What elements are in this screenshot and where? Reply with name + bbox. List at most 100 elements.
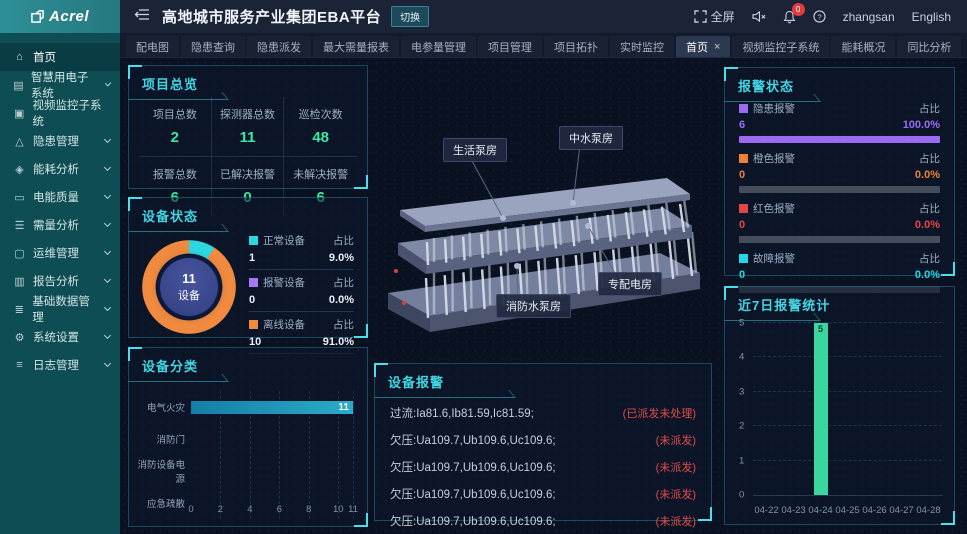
help-button[interactable]: ? xyxy=(813,10,826,23)
log-icon: ≡ xyxy=(13,359,26,371)
alarm-row[interactable]: 欠压:Ua109.7,Ub109.6,Uc109.6;(未派发) xyxy=(390,426,696,453)
language-switch[interactable]: English xyxy=(912,10,951,24)
notifications-button[interactable]: 0 xyxy=(783,10,796,24)
bar-column xyxy=(780,323,807,495)
room-label-消防水泵房[interactable]: 消防水泵房 xyxy=(496,294,571,318)
alarm-status-row: 故障报警占比 xyxy=(739,251,940,266)
legend-label: 报警设备 xyxy=(263,275,305,290)
room-label-中水泵房[interactable]: 中水泵房 xyxy=(559,126,623,150)
sidebar-item-视频监控子系统[interactable]: ▣视频监控子系统 xyxy=(0,99,120,127)
tab-隐患派发[interactable]: 隐患派发 xyxy=(247,36,311,57)
bar-row xyxy=(191,455,353,487)
project-overview-panel: 项目总览 项目总数2探测器总数11巡检次数48报警总数6已解决报警0未解决报警6 xyxy=(128,65,368,189)
legend-row: 离线设备占比 xyxy=(249,317,354,332)
tab-实时监控[interactable]: 实时监控 xyxy=(610,36,674,57)
switch-project-button[interactable]: 切换 xyxy=(391,6,429,27)
dashboard-main: 项目总览 项目总数2探测器总数11巡检次数48报警总数6已解决报警0未解决报警6… xyxy=(120,58,967,534)
building-column xyxy=(541,221,543,247)
tab-label: 隐患查询 xyxy=(191,39,235,55)
bar-column xyxy=(861,323,888,495)
stat-value: 2 xyxy=(139,129,211,146)
y-tick: 5 xyxy=(739,318,744,329)
label-wrap: 橙色报警 xyxy=(739,151,795,166)
tab-隐患查询[interactable]: 隐患查询 xyxy=(181,36,245,57)
sidebar-item-系统设置[interactable]: ⚙系统设置 xyxy=(0,323,120,351)
alarm-row[interactable]: 欠压:Ua109.7,Ub109.6,Uc109.6;(未派发) xyxy=(390,453,696,480)
building-column xyxy=(488,230,489,255)
alarm-percent: 0.0% xyxy=(915,169,940,181)
tab-能耗概况[interactable]: 能耗概况 xyxy=(831,36,895,57)
tab-同比分析[interactable]: 同比分析 xyxy=(897,36,961,57)
alarm-status-row: 橙色报警占比 xyxy=(739,151,940,166)
fullscreen-icon xyxy=(694,10,707,23)
tab-label: 配电图 xyxy=(136,39,169,55)
sidebar-item-需量分析[interactable]: ☰ 需量分析 xyxy=(0,211,120,239)
report-icon: ▥ xyxy=(13,275,26,288)
hazard-icon: △ xyxy=(13,135,26,148)
alarm-row[interactable]: 欠压:Ua109.7,Ub109.6,Uc109.6;(未派发) xyxy=(390,480,696,507)
username[interactable]: zhangsan xyxy=(843,10,895,24)
tab-label: 最大需量报表 xyxy=(323,39,389,55)
device-alarm-panel: 设备报警 过流:Ia81.6,Ib81.59,Ic81.59;(已派发未处理)欠… xyxy=(374,363,712,521)
tab-电参量管理[interactable]: 电参量管理 xyxy=(401,36,476,57)
help-icon: ? xyxy=(813,10,826,23)
stat-label: 探测器总数 xyxy=(212,106,284,122)
tab-首页[interactable]: 首页× xyxy=(676,36,730,57)
fullscreen-button[interactable]: 全屏 xyxy=(694,8,735,25)
device-category-bar-chart: 电气火灾消防门消防设备电源应急疏散 11 xyxy=(135,391,353,519)
legend-row: 正常设备 占比 xyxy=(249,233,354,248)
tab-label: 能耗概况 xyxy=(841,39,885,55)
sidebar-item-电能质量[interactable]: ▭电能质量 xyxy=(0,183,120,211)
x-axis-ticks: 024681011 xyxy=(191,504,353,518)
tab-配电图[interactable]: 配电图 xyxy=(126,36,179,57)
home-icon: ⌂ xyxy=(13,51,26,63)
legend-color-swatch xyxy=(249,320,258,329)
ratio-header: 占比 xyxy=(333,275,354,290)
sidebar-item-label: 日志管理 xyxy=(33,357,79,373)
sidebar-item-运维管理[interactable]: ▢运维管理 xyxy=(0,239,120,267)
sidebar-item-能耗分析[interactable]: ◈能耗分析 xyxy=(0,155,120,183)
sidebar-item-首页[interactable]: ⌂首页 xyxy=(0,43,120,71)
alarm-status-values: 6100.0% xyxy=(739,116,940,136)
tab-项目拓扑[interactable]: 项目拓扑 xyxy=(544,36,608,57)
tab-视频监控子系统[interactable]: 视频监控子系统 xyxy=(732,36,829,57)
stat-巡检次数: 巡检次数48 xyxy=(284,97,357,157)
notification-badge: 0 xyxy=(792,3,805,16)
tab-close-icon[interactable]: × xyxy=(714,41,720,53)
gridline xyxy=(353,391,354,519)
bars-container: 5 xyxy=(753,323,942,495)
sidebar-item-日志管理[interactable]: ≡ 日志管理 xyxy=(0,351,120,379)
room-label-生活泵房[interactable]: 生活泵房 xyxy=(443,138,507,162)
sidebar-item-label: 运维管理 xyxy=(33,245,79,261)
tab-项目管理[interactable]: 项目管理 xyxy=(478,36,542,57)
volume-muted-button[interactable] xyxy=(752,10,766,23)
collapse-sidebar-icon[interactable] xyxy=(134,8,150,26)
sidebar-item-基础数据管理[interactable]: ≣基础数据管理 xyxy=(0,295,120,323)
sidebar-item-报告分析[interactable]: ▥报告分析 xyxy=(0,267,120,295)
tab-最大需量报表[interactable]: 最大需量报表 xyxy=(313,36,399,57)
alarm-text: 欠压:Ua109.7,Ub109.6,Uc109.6; xyxy=(390,459,556,475)
alarm-status-values: 00.0% xyxy=(739,266,940,286)
y-tick: 4 xyxy=(739,352,744,363)
room-label-专配电房[interactable]: 专配电房 xyxy=(598,272,662,296)
y-tick: 2 xyxy=(739,421,744,432)
alarm-row[interactable]: 欠压:Ua109.7,Ub109.6,Uc109.6;(未派发) xyxy=(390,507,696,534)
legend-label: 正常设备 xyxy=(263,233,305,248)
callout-dot xyxy=(585,223,591,229)
sidebar-item-label: 需量分析 xyxy=(33,217,79,233)
sidebar-item-隐患管理[interactable]: △隐患管理 xyxy=(0,127,120,155)
logo-text: Acrel xyxy=(49,8,89,25)
ratio-header: 占比 xyxy=(333,233,354,248)
building-column xyxy=(526,258,527,299)
panel-title: 设备状态 xyxy=(129,198,367,225)
chevron-down-icon xyxy=(104,192,111,199)
chevron-down-icon xyxy=(104,164,111,171)
alarm-row[interactable]: 过流:Ia81.6,Ib81.59,Ic81.59;(已派发未处理) xyxy=(390,399,696,426)
building-column xyxy=(489,264,490,305)
alarm-count: 6 xyxy=(739,119,745,131)
alarm-status-values: 00.0% xyxy=(739,216,940,236)
demand-icon: ☰ xyxy=(13,219,26,232)
legend-color-swatch xyxy=(249,278,258,287)
sidebar-item-智慧用电子系统[interactable]: ▤智慧用电子系统 xyxy=(0,71,120,99)
bar-column: 5 xyxy=(807,323,834,495)
